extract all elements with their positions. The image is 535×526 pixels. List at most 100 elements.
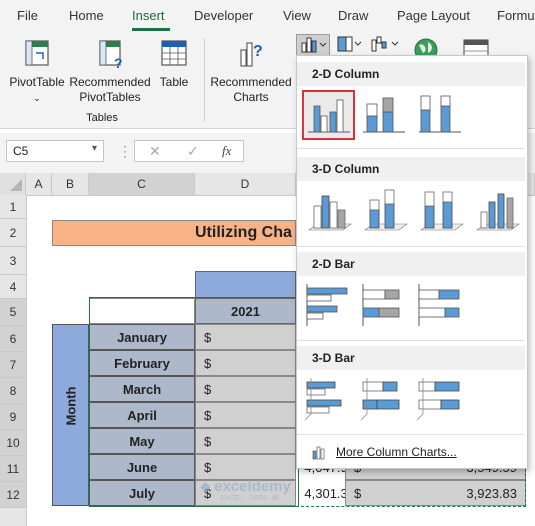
ribbon-tab-bar: File Home Insert Developer View Draw Pag… [0,0,535,32]
value-2021-cell[interactable]: $3,5 [195,402,355,428]
svg-text:?: ? [253,43,263,60]
month-cell[interactable]: February [89,350,195,376]
sheet-title: Utilizing Cha [195,224,292,241]
row-header-3[interactable]: 3 [0,247,26,275]
row-header-12[interactable]: 12 [0,482,26,508]
3d-100-stacked-bar-option[interactable] [415,374,465,424]
row-headers: 1 2 3 4 5 6 7 8 9 10 11 12 [0,195,27,526]
recommended-pivottables-button[interactable]: ? Recommended PivotTables [68,38,152,105]
tab-page-layout[interactable]: Page Layout [397,8,470,23]
row-header-1[interactable]: 1 [0,195,26,219]
recommended-charts-button[interactable]: ? Recommended Charts [208,38,294,105]
cell-c5[interactable] [89,298,195,324]
tab-formulas[interactable]: Formu [497,8,535,23]
3d-clustered-column-option[interactable] [305,184,355,236]
insert-waterfall-chart-button[interactable] [368,34,402,56]
stacked-bar-option[interactable] [359,280,409,330]
month-cell[interactable]: April [89,402,195,428]
100-stacked-column-option[interactable] [415,90,465,140]
chevron-down-icon[interactable]: ▾ [92,143,97,154]
3d-clustered-bar-icon [304,378,342,421]
month-label-cell[interactable]: Month [52,324,89,506]
month-cell[interactable]: May [89,428,195,454]
tab-home[interactable]: Home [69,8,104,23]
hierarchy-chart-icon [337,36,362,52]
value-2021-cell[interactable]: $2,7 [195,324,355,350]
3d-column-option[interactable] [473,184,523,236]
value-2021-cell[interactable]: $3,0 [195,350,355,376]
column-header-c[interactable]: C [89,173,195,195]
3d-stacked-bar-icon [360,378,400,421]
column-header-b[interactable]: B [52,173,89,195]
3d-100-stacked-column-option[interactable] [417,184,467,236]
currency-symbol: $ [204,408,212,423]
cancel-icon[interactable]: ✕ [149,143,161,160]
select-all-corner[interactable] [0,173,26,195]
row-header-8[interactable]: 8 [0,378,26,404]
row-header-6[interactable]: 6 [0,326,26,352]
select-all-icon [10,179,22,191]
waterfall-chart-icon [371,36,399,52]
pivottable-button[interactable]: PivotTable ⌄ [6,38,68,106]
3d-stacked-column-option[interactable] [361,184,411,236]
tab-view[interactable]: View [283,8,311,23]
more-icon: ⋮ [118,143,132,159]
column-header-d[interactable]: D [195,173,296,195]
100-stacked-bar-option[interactable] [415,280,465,330]
month-cell[interactable]: March [89,376,195,402]
currency-symbol: $ [204,434,212,449]
row-header-4[interactable]: 4 [0,275,26,299]
row-header-10[interactable]: 10 [0,430,26,456]
header-year-group-cell[interactable] [195,271,296,298]
month-cell[interactable]: June [89,454,195,480]
value-2022-cell[interactable]: $3,923.83 [345,480,526,506]
watermark: ◆ exceldemy EXCEL · DATA · BI [200,478,291,502]
tab-developer[interactable]: Developer [194,8,253,23]
value-2021-cell[interactable]: $4,047.99 [195,454,355,480]
3d-stacked-column-icon [364,189,408,231]
tab-draw[interactable]: Draw [338,8,368,23]
clustered-bar-icon [306,284,348,326]
3d-column-icon [476,193,520,231]
tab-insert[interactable]: Insert [132,8,165,23]
month-cell[interactable]: July [89,480,195,506]
recommended-charts-icon: ? [240,42,263,67]
clustered-bar-option[interactable] [303,280,353,330]
year-2021-header[interactable]: 2021 [195,298,296,324]
section-3d-bar: 3-D Bar [297,346,525,370]
sheet-title-cell[interactable]: Utilizing Cha [52,220,296,246]
recommended-pivottables-label-1: Recommended [69,75,151,89]
row-header-7[interactable]: 7 [0,352,26,378]
enter-icon[interactable]: ✓ [187,143,199,160]
row-header-5[interactable]: 5 [0,299,26,326]
row-header-2[interactable]: 2 [0,219,26,247]
ribbon-separator [204,38,205,122]
3d-stacked-bar-option[interactable] [359,374,409,424]
recommended-pivottables-label-2: PivotTables [79,90,141,104]
insert-hierarchy-chart-button[interactable] [334,34,366,56]
row-header-11[interactable]: 11 [0,456,26,482]
stacked-column-icon [363,97,405,133]
insert-column-chart-button[interactable] [296,34,330,56]
currency-symbol: $ [204,330,212,345]
column-header-a[interactable]: A [26,173,52,195]
currency-symbol: $ [354,486,362,501]
table-button[interactable]: Table [154,38,194,90]
tab-file[interactable]: File [17,8,38,23]
name-box-value: C5 [13,144,29,158]
value-2021-cell[interactable]: $3,7 [195,428,355,454]
name-box[interactable]: C5 ▾ [6,140,104,162]
chevron-down-icon: ⌄ [33,93,41,103]
month-cell[interactable]: January [89,324,195,350]
pivottable-icon [25,40,49,66]
column-chart-dropdown: 2-D Column 3-D Column 2-D Bar 3-D Bar Mo… [296,55,528,469]
value-2021-cell[interactable]: $3,2 [195,376,355,402]
stacked-column-option[interactable] [359,90,409,140]
3d-100-stacked-column-icon [420,191,464,231]
clustered-column-option[interactable] [302,90,355,140]
fx-icon[interactable]: fx [222,143,231,159]
more-column-charts-link[interactable]: More Column Charts... [307,442,517,462]
3d-clustered-bar-option[interactable] [303,374,353,424]
row-header-9[interactable]: 9 [0,404,26,430]
pivottable-label: PivotTable [9,75,65,89]
